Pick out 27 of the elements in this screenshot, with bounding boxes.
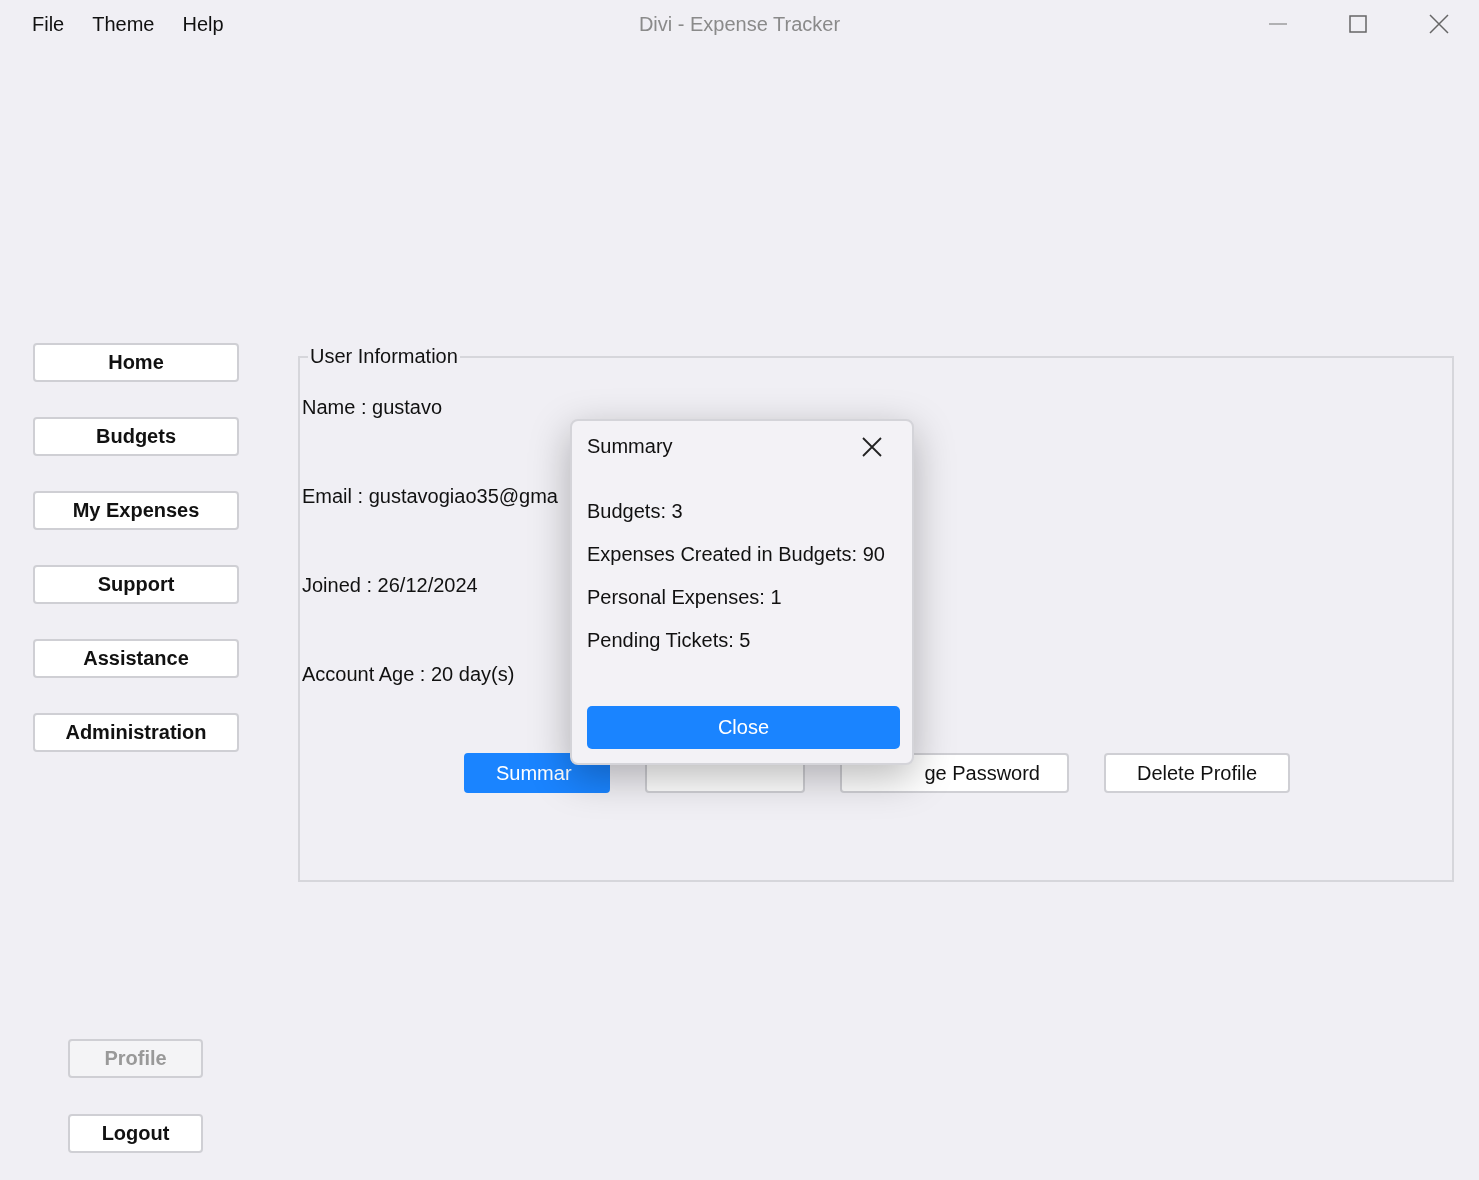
action-button[interactable]: Delete Profile [1104, 753, 1290, 793]
sidebar-button[interactable]: Administration [33, 713, 239, 752]
info-text: Account Age : 20 day(s) [302, 663, 515, 686]
info-text: Email : gustavogiao35@gma [302, 485, 558, 508]
info-text: Name : gustavo [302, 396, 443, 419]
info-text: Joined : 26/12/2024 [302, 574, 478, 597]
sidebar-button[interactable]: Home [33, 343, 239, 382]
sidebar-button[interactable]: Assistance [33, 639, 239, 678]
sidebar-button[interactable]: Support [33, 565, 239, 604]
summary-text: Budgets: 3 [587, 500, 684, 523]
summary-text: Expenses Created in Budgets: 90 [587, 543, 886, 566]
sidebar-button[interactable]: Budgets [33, 417, 239, 456]
window-title: Divi - Expense Tracker [638, 12, 841, 35]
close-button[interactable]: Close [587, 706, 900, 749]
maximize-icon[interactable] [1349, 15, 1367, 33]
action-button[interactable]: ge Password [840, 753, 1069, 793]
sidebar-button[interactable]: Logout [68, 1114, 203, 1153]
menu-item[interactable]: Theme [80, 8, 167, 40]
menu-item[interactable]: File [20, 8, 77, 40]
summary-text: Pending Tickets: 5 [587, 629, 752, 652]
sidebar-button[interactable]: My Expenses [33, 491, 239, 530]
dialog-title: Summary [587, 435, 673, 458]
close-icon[interactable] [862, 436, 882, 457]
panel-title: User Information [309, 345, 459, 368]
summary-text: Personal Expenses: 1 [587, 586, 783, 609]
action-button[interactable]: Summar [464, 753, 610, 793]
menu-item[interactable]: Help [170, 8, 236, 40]
